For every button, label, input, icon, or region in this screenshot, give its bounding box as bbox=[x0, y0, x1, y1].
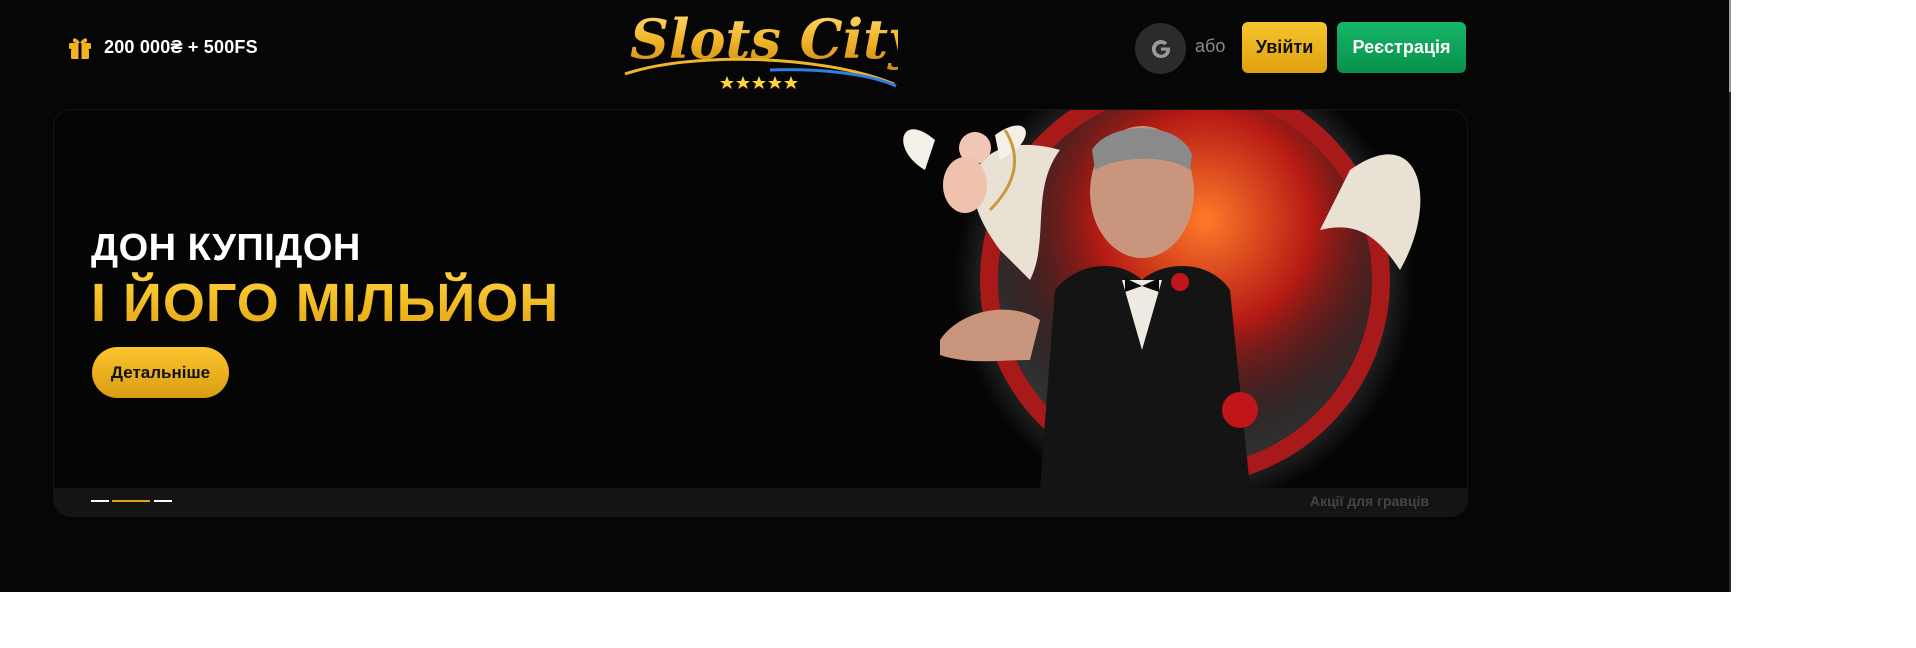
details-button[interactable]: Детальніше bbox=[92, 347, 229, 398]
bonus-text: 200 000₴ + 500FS bbox=[104, 36, 258, 57]
banner-headline-line2: І ЙОГО МІЛЬЙОН bbox=[91, 273, 560, 333]
promo-banner[interactable]: ДОН КУПІДОН І ЙОГО МІЛЬЙОН Детальніше Ак… bbox=[53, 109, 1468, 517]
slide-indicator-2[interactable] bbox=[112, 500, 150, 502]
register-button[interactable]: Реєстрація bbox=[1337, 22, 1466, 73]
promotions-link[interactable]: Акції для гравців bbox=[1310, 493, 1429, 509]
slide-indicator-3[interactable] bbox=[154, 500, 172, 502]
godfather-cupid-illustration bbox=[880, 110, 1467, 488]
scrollbar-thumb[interactable] bbox=[1729, 0, 1731, 92]
page-scrollbar[interactable] bbox=[1729, 0, 1731, 592]
logo-text: Slots City bbox=[630, 7, 898, 71]
banner-headline-line1: ДОН КУПІДОН bbox=[91, 227, 361, 269]
google-login-button[interactable] bbox=[1135, 23, 1186, 74]
login-button[interactable]: Увійти bbox=[1242, 22, 1327, 73]
google-icon bbox=[1151, 39, 1170, 58]
banner-footer: Акції для гравців bbox=[54, 488, 1467, 516]
or-separator: або bbox=[1195, 36, 1226, 56]
logo-stars bbox=[720, 76, 798, 89]
welcome-bonus[interactable]: 200 000₴ + 500FS bbox=[66, 32, 258, 62]
slots-city-logo[interactable]: Slots City bbox=[620, 4, 898, 90]
gift-icon bbox=[69, 38, 91, 59]
slide-indicator-1[interactable] bbox=[91, 500, 109, 502]
page-viewport: 200 000₴ + 500FS Slots City або Увійти Р… bbox=[0, 0, 1729, 592]
